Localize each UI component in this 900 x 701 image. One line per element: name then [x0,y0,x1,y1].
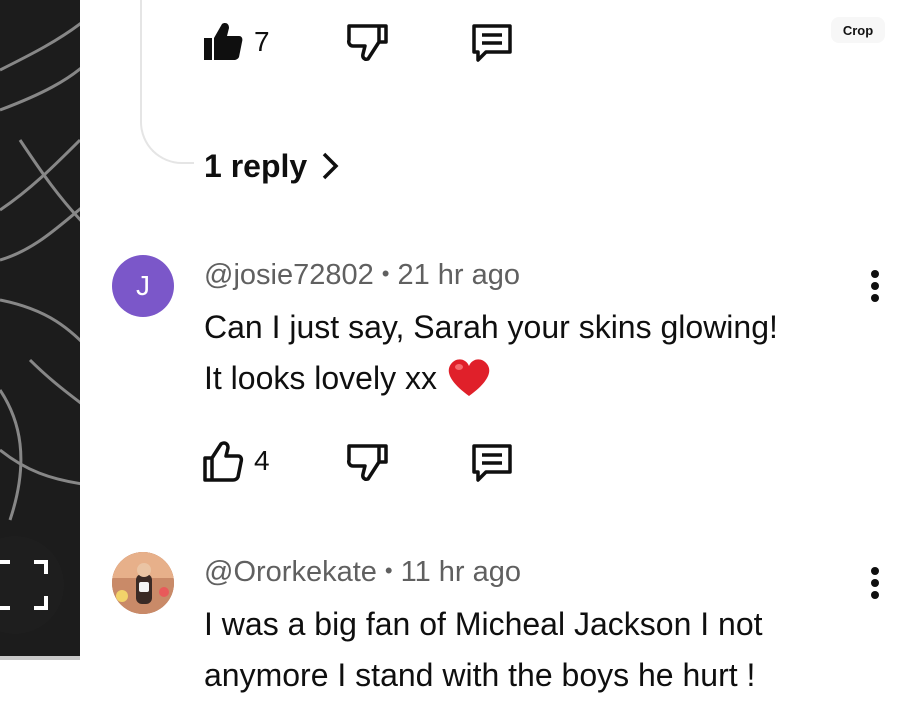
more-vert-icon [871,567,879,575]
comment-text-line: It looks lovely xx [204,353,874,404]
red-heart-icon [448,358,490,396]
fullscreen-icon [0,560,48,610]
meta-separator: • [381,261,390,286]
comment-text-line: I was a big fan of Micheal Jackson I not [204,606,763,642]
like-button[interactable] [202,440,244,487]
dislike-button[interactable] [346,440,388,487]
crop-badge[interactable]: Crop [831,17,885,43]
comment-icon [472,444,512,482]
comment-author[interactable]: @Ororkekate [204,556,377,588]
comment-icon [472,24,512,62]
avatar-photo [112,552,174,614]
dislike-button[interactable] [346,20,388,67]
reply-thread-line [140,0,194,164]
comment-text: I was a big fan of Micheal Jackson I not… [204,599,874,701]
thumbs-up-icon [203,441,244,482]
replies-count-label: 1 reply [204,147,308,184]
comment-meta: @josie72802 • 21 hr ago [204,259,520,292]
thumbs-down-icon [347,24,388,61]
reply-button[interactable] [470,20,514,69]
avatar[interactable]: J [112,255,174,317]
meta-separator: • [384,558,393,583]
more-vert-icon [871,270,879,278]
video-thumbnail-strip[interactable] [0,0,80,660]
comment-time: 11 hr ago [400,556,521,588]
comment-meta: @Ororkekate • 11 hr ago [204,556,521,589]
thumbs-up-filled-icon [204,23,243,60]
comment-text-line: Can I just say, Sarah your skins glowing… [204,309,778,345]
like-count: 4 [254,445,270,476]
reply-button[interactable] [470,440,514,489]
comment-time: 21 hr ago [397,259,520,291]
comment-more-button[interactable] [869,270,881,304]
video-progress-track [0,656,80,660]
avatar[interactable] [112,552,174,614]
like-button[interactable] [202,20,244,67]
comment-author[interactable]: @josie72802 [204,259,374,291]
chevron-right-icon [322,152,339,180]
like-count: 7 [254,26,270,57]
comment-text-line: anymore I stand with the boys he hurt ! [204,657,756,693]
view-replies-link[interactable]: 1 reply [204,144,339,188]
comment-text: Can I just say, Sarah your skins glowing… [204,302,874,404]
comment-more-button[interactable] [869,567,881,601]
thumbs-down-icon [347,444,388,481]
